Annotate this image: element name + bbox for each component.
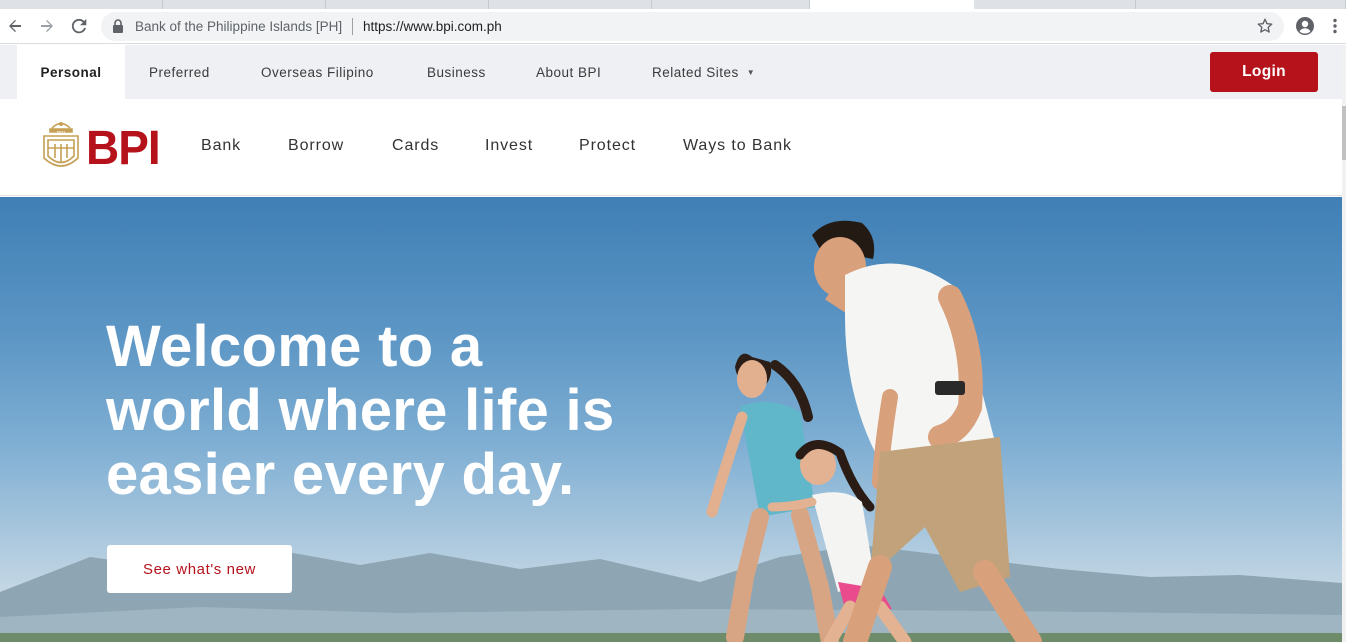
address-bar[interactable]: Bank of the Philippine Islands [PH] http… bbox=[101, 12, 1284, 41]
topnav-item-label: Business bbox=[427, 64, 486, 80]
browser-tab[interactable] bbox=[326, 0, 489, 9]
caret-down-icon: ▼ bbox=[746, 67, 756, 77]
profile-button[interactable] bbox=[1292, 13, 1318, 39]
reload-icon bbox=[71, 18, 87, 34]
browser-tab-active[interactable] bbox=[810, 0, 974, 9]
hero-headline-line: easier every day. bbox=[106, 442, 575, 507]
topnav-item-about-bpi[interactable]: About BPI bbox=[536, 45, 601, 99]
reload-button[interactable] bbox=[66, 13, 92, 39]
topnav-item-preferred[interactable]: Preferred bbox=[149, 45, 210, 99]
logo-wordmark: BPI bbox=[86, 119, 161, 175]
topnav-item-personal[interactable]: Personal bbox=[17, 45, 125, 99]
bpi-seal-icon: BPI bbox=[43, 122, 79, 167]
login-button[interactable]: Login bbox=[1210, 52, 1318, 92]
nav-link-bank[interactable]: Bank bbox=[201, 137, 241, 155]
topnav-item-business[interactable]: Business bbox=[427, 45, 486, 99]
topnav-item-related-sites[interactable]: Related Sites ▼ bbox=[652, 45, 755, 99]
topnav-item-label: Personal bbox=[40, 64, 102, 80]
nav-link-cards[interactable]: Cards bbox=[392, 137, 439, 155]
url-text[interactable]: https://www.bpi.com.ph bbox=[363, 19, 502, 34]
forward-arrow-icon bbox=[41, 20, 53, 32]
bookmark-star-icon[interactable] bbox=[1256, 17, 1274, 35]
topnav-item-label: Related Sites bbox=[652, 64, 739, 80]
nav-link-invest[interactable]: Invest bbox=[485, 137, 533, 155]
lock-icon bbox=[113, 19, 123, 33]
topnav-item-overseas-filipino[interactable]: Overseas Filipino bbox=[261, 45, 374, 99]
browser-tab[interactable] bbox=[163, 0, 326, 9]
hero-headline: Welcome to a world where life is easier … bbox=[106, 315, 706, 507]
site-name: Bank of the Philippine Islands [PH] bbox=[135, 19, 343, 34]
hero-banner: Welcome to a world where life is easier … bbox=[0, 197, 1342, 642]
nav-link-protect[interactable]: Protect bbox=[579, 137, 636, 155]
browser-tab[interactable] bbox=[974, 0, 1136, 9]
main-nav: BPI BPI Bank Borrow Cards Invest Protect… bbox=[0, 99, 1342, 196]
kebab-menu-icon bbox=[1333, 18, 1337, 34]
back-button[interactable] bbox=[2, 13, 28, 39]
browser-tab-strip bbox=[0, 0, 1346, 9]
forward-button[interactable] bbox=[34, 13, 60, 39]
topnav-item-label: Preferred bbox=[149, 64, 210, 80]
back-arrow-icon bbox=[9, 20, 21, 32]
top-utility-nav: Personal Preferred Overseas Filipino Bus… bbox=[0, 45, 1346, 99]
nav-link-ways-to-bank[interactable]: Ways to Bank bbox=[683, 137, 792, 155]
bpi-logo[interactable]: BPI BPI bbox=[40, 118, 161, 176]
browser-tab[interactable] bbox=[1136, 0, 1346, 9]
topnav-item-label: Overseas Filipino bbox=[261, 64, 374, 80]
browser-toolbar: Bank of the Philippine Islands [PH] http… bbox=[0, 9, 1346, 44]
browser-tab[interactable] bbox=[652, 0, 810, 9]
address-divider bbox=[352, 18, 353, 35]
account-icon bbox=[1296, 17, 1314, 35]
page-scrollbar-thumb[interactable] bbox=[1342, 106, 1346, 160]
browser-tab[interactable] bbox=[489, 0, 652, 9]
see-whats-new-button[interactable]: See what's new bbox=[107, 545, 292, 593]
nav-link-borrow[interactable]: Borrow bbox=[288, 137, 344, 155]
browser-tab[interactable] bbox=[0, 0, 163, 9]
topnav-item-label: About BPI bbox=[536, 64, 602, 80]
seal-text: BPI bbox=[57, 131, 65, 137]
hero-headline-line: Welcome to a bbox=[106, 314, 483, 379]
hero-headline-line: world where life is bbox=[106, 378, 615, 443]
browser-menu-button[interactable] bbox=[1325, 13, 1345, 39]
